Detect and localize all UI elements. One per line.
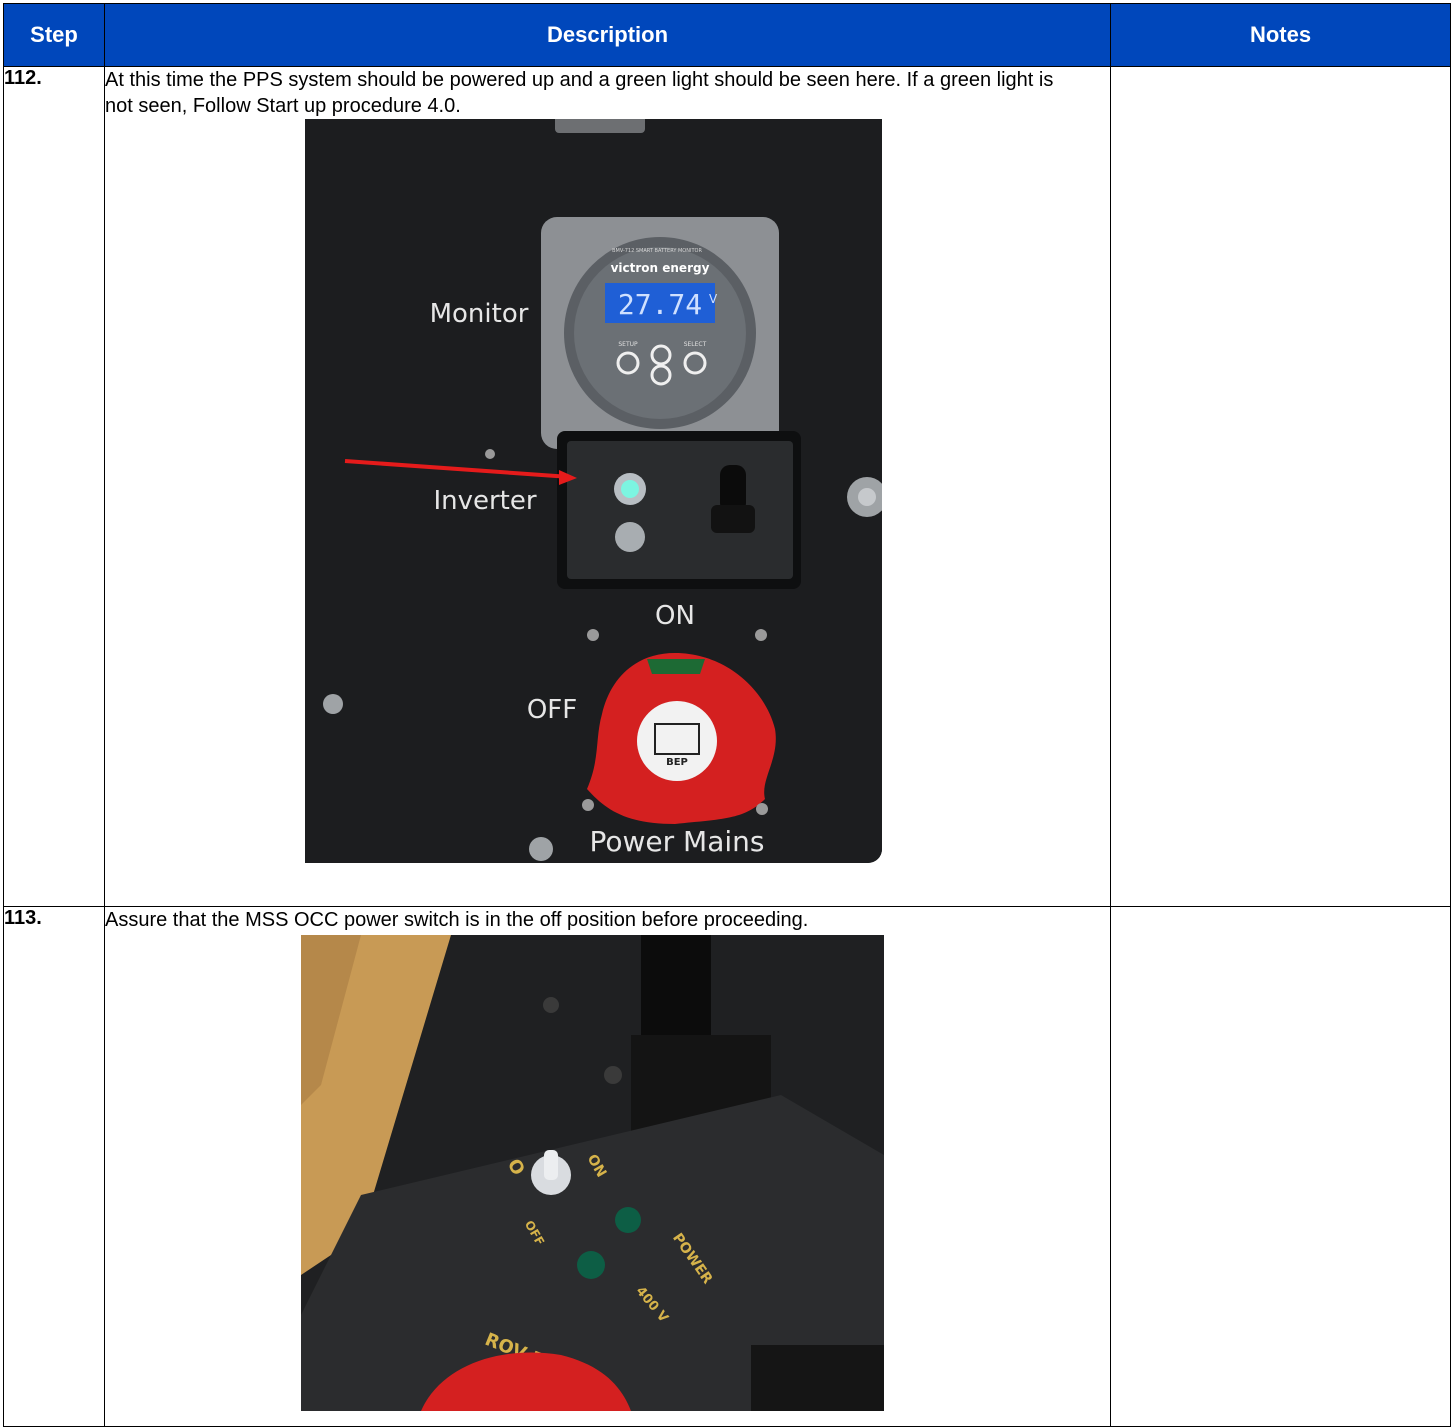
- power-mains-label: Power Mains: [590, 825, 765, 858]
- step-number: 113.: [3, 906, 105, 1427]
- procedure-table: Step Description Notes 112. At this time…: [3, 3, 1451, 1427]
- step-description-cell: At this time the PPS system should be po…: [104, 66, 1111, 907]
- switch-off-label: OFF: [527, 695, 577, 725]
- pps-panel-illustration: 27.74 V victron energy BMV-712 SMART BAT…: [305, 119, 882, 863]
- table-header-row: Step Description Notes: [3, 3, 1451, 67]
- step-notes: [1110, 906, 1451, 1427]
- monitor-setup-label: SETUP: [618, 341, 638, 348]
- pps-panel-photo: 27.74 V victron energy BMV-712 SMART BAT…: [305, 119, 882, 863]
- monitor-display-value: 27.74: [618, 288, 702, 321]
- header-description: Description: [104, 3, 1111, 67]
- step-notes: [1110, 66, 1451, 907]
- table-row: 113. Assure that the MSS OCC power switc…: [3, 906, 1451, 1427]
- mss-occ-switch-photo: O ON OFF POWER 400 V ROV POWER: [301, 935, 884, 1411]
- step-description: At this time the PPS system should be po…: [105, 69, 1054, 117]
- header-notes: Notes: [1110, 3, 1451, 67]
- header-step: Step: [3, 3, 105, 67]
- bep-logo: BEP: [666, 757, 688, 768]
- monitor-model: BMV-712 SMART BATTERY MONITOR: [612, 248, 702, 254]
- switch-on-label: ON: [655, 601, 695, 631]
- step-number: 112.: [3, 66, 105, 907]
- step-description-cell: Assure that the MSS OCC power switch is …: [104, 906, 1111, 1427]
- table-row: 112. At this time the PPS system should …: [3, 66, 1451, 907]
- monitor-label: Monitor: [430, 299, 529, 329]
- monitor-display-unit: V: [709, 292, 718, 306]
- inverter-label: Inverter: [433, 486, 536, 516]
- mss-occ-illustration: O ON OFF POWER 400 V ROV POWER: [301, 935, 884, 1411]
- step-description: Assure that the MSS OCC power switch is …: [105, 909, 809, 931]
- monitor-select-label: SELECT: [684, 341, 707, 348]
- monitor-brand: victron energy: [611, 261, 710, 275]
